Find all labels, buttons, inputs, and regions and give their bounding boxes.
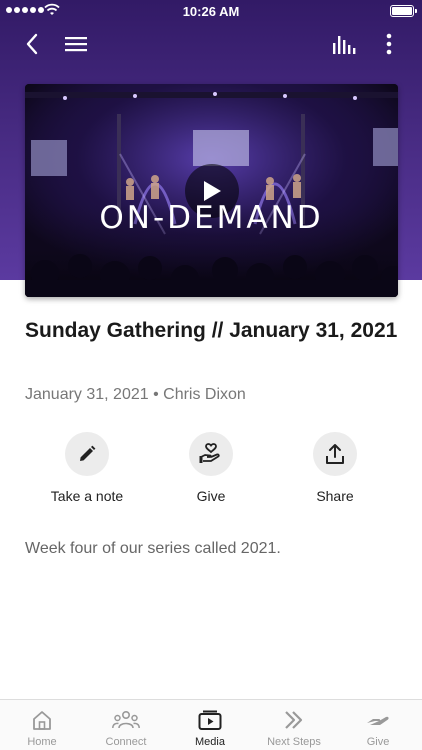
tab-media[interactable]: Media bbox=[168, 700, 252, 750]
chevron-left-icon bbox=[26, 33, 38, 55]
take-note-circle[interactable] bbox=[65, 432, 109, 476]
audio-button[interactable] bbox=[328, 28, 360, 60]
sermon-meta: January 31, 2021 • Chris Dixon bbox=[25, 386, 246, 403]
status-time: 10:26 AM bbox=[182, 4, 240, 19]
hand-heart-icon bbox=[199, 443, 220, 463]
take-note-button[interactable]: Take a note bbox=[27, 432, 147, 504]
share-label: Share bbox=[316, 488, 354, 504]
share-button[interactable]: Share bbox=[275, 432, 395, 504]
media-icon bbox=[198, 710, 222, 730]
video-player-thumbnail[interactable]: ON-DEMAND bbox=[25, 84, 398, 297]
more-options-button[interactable] bbox=[373, 28, 405, 60]
action-row: Take a note Give Share bbox=[0, 432, 422, 512]
pencil-icon bbox=[80, 445, 96, 461]
tab-home-label: Home bbox=[27, 736, 57, 748]
giving-hand-icon bbox=[367, 716, 389, 725]
audio-bars-icon bbox=[333, 36, 356, 54]
share-icon bbox=[326, 444, 344, 464]
more-vertical-icon bbox=[386, 33, 392, 55]
tab-home[interactable]: Home bbox=[0, 700, 84, 750]
people-icon bbox=[112, 710, 140, 729]
menu-button[interactable] bbox=[60, 28, 92, 60]
give-circle[interactable] bbox=[189, 432, 233, 476]
share-circle[interactable] bbox=[313, 432, 357, 476]
tab-connect-label: Connect bbox=[105, 736, 147, 748]
tab-give-label: Give bbox=[366, 736, 390, 748]
give-button[interactable]: Give bbox=[151, 432, 271, 504]
bottom-tab-bar: Home Connect Media Next Steps Give bbox=[0, 699, 422, 750]
status-bar: 10:26 AM bbox=[0, 0, 422, 22]
top-nav-bar bbox=[0, 24, 422, 64]
tab-next-steps-label: Next Steps bbox=[267, 736, 321, 748]
home-icon bbox=[33, 711, 51, 730]
double-chevron-icon bbox=[285, 711, 303, 729]
take-note-label: Take a note bbox=[50, 488, 124, 504]
tab-media-label: Media bbox=[195, 736, 225, 748]
give-label: Give bbox=[196, 488, 226, 504]
tab-connect[interactable]: Connect bbox=[84, 700, 168, 750]
video-caption: ON-DEMAND bbox=[99, 200, 324, 236]
sermon-description: Week four of our series called 2021. bbox=[25, 540, 281, 557]
sermon-title: Sunday Gathering // January 31, 2021 bbox=[25, 319, 398, 342]
back-button[interactable] bbox=[16, 28, 48, 60]
hamburger-icon bbox=[65, 37, 87, 52]
battery-icon bbox=[390, 5, 417, 17]
tab-give[interactable]: Give bbox=[336, 700, 420, 750]
tab-next-steps[interactable]: Next Steps bbox=[252, 700, 336, 750]
